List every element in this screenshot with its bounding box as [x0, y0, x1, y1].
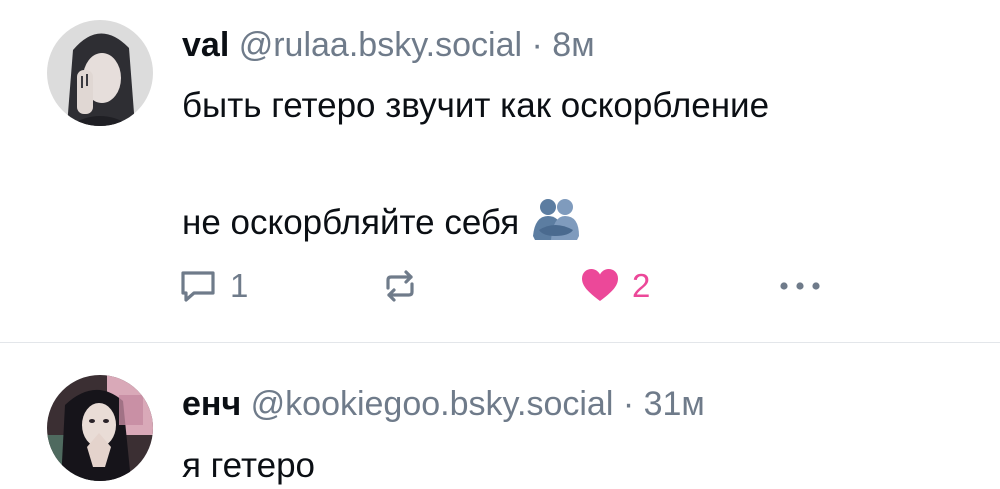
post[interactable]: val @rulaa.bsky.social · 8м быть гетеро … [0, 0, 1000, 342]
ellipsis-icon [780, 282, 820, 290]
author-handle[interactable]: @rulaa.bsky.social [239, 26, 522, 64]
post-header: енч @kookiegoo.bsky.social · 31м [182, 384, 705, 424]
more-options-button[interactable] [776, 262, 824, 310]
post-actions: 1 2 [0, 262, 1000, 310]
post-time[interactable]: 31м [644, 385, 705, 423]
post-text-line: быть гетеро звучит как оскорбление [182, 86, 770, 125]
heart-icon [582, 269, 618, 301]
avatar-image [47, 375, 153, 481]
author-handle[interactable]: @kookiegoo.bsky.social [251, 385, 614, 423]
repost-button[interactable] [380, 262, 420, 310]
avatar-image [47, 20, 153, 126]
post-text: не оскорбляйте себя [182, 203, 520, 242]
post-time[interactable]: 8м [552, 26, 594, 64]
author-name[interactable]: val [182, 26, 229, 64]
post-text-line: я гетеро [182, 446, 316, 485]
author-name[interactable]: енч [182, 385, 241, 423]
separator-dot: · [622, 385, 635, 423]
reply-icon [181, 271, 215, 302]
repost-icon [386, 270, 414, 302]
reply-button[interactable]: 1 [178, 262, 248, 310]
post[interactable]: енч @kookiegoo.bsky.social · 31м я гетер… [0, 343, 1000, 489]
separator-dot: · [531, 26, 543, 64]
like-button[interactable]: 2 [580, 262, 650, 310]
people-hugging-icon [529, 196, 583, 249]
like-count: 2 [632, 267, 651, 304]
post-header: val @rulaa.bsky.social · 8м [182, 25, 595, 65]
avatar[interactable] [47, 20, 153, 126]
post-text-line-2: не оскорбляйте себя [182, 196, 583, 249]
avatar[interactable] [47, 375, 153, 481]
reply-count: 1 [230, 267, 249, 304]
